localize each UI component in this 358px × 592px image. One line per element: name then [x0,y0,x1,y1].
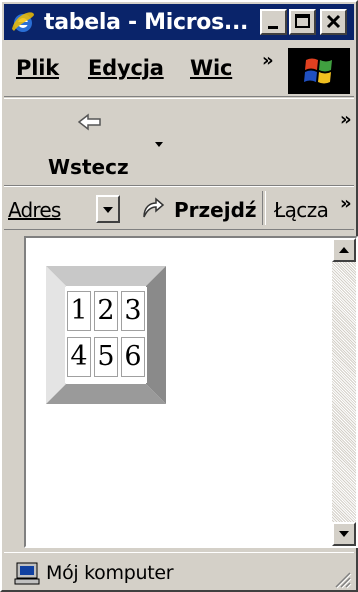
back-button[interactable]: Wstecz [42,103,142,181]
windows-logo [288,48,350,94]
internet-explorer-icon [12,12,34,32]
table-cell: 2 [94,291,118,331]
address-separator [262,191,266,225]
vertical-scrollbar[interactable] [332,238,356,546]
menu-view-label: Wic [190,56,233,80]
back-arrow-icon [78,113,101,131]
back-dropdown-arrow-icon[interactable] [154,141,164,149]
my-computer-icon [14,562,40,585]
title-bar[interactable]: tabela - Micros... [4,4,354,40]
close-button[interactable] [320,9,347,35]
window-title: tabela - Micros... [44,10,249,35]
maximize-button[interactable] [289,9,316,35]
scroll-down-button[interactable] [332,522,356,546]
address-bar: Adres Przejdź Łącza » [4,186,354,230]
table-cell: 3 [121,291,145,331]
links-button[interactable]: Łącza [274,198,329,222]
back-label: Wstecz [48,155,129,179]
windows-flag-icon [304,58,332,84]
dropdown-arrow-icon [103,207,113,213]
menu-edit-label: Edycja [88,56,164,80]
menu-overflow-chevron[interactable]: » [262,50,274,71]
resize-grip-icon[interactable] [332,569,352,589]
links-overflow-chevron[interactable]: » [340,193,352,214]
close-icon [326,14,341,29]
table-cell: 4 [67,337,91,377]
minimize-button[interactable] [260,9,287,35]
status-text: Mój komputer [46,562,174,584]
table-cell: 1 [67,291,91,331]
status-bar: Mój komputer [4,552,354,591]
scroll-down-arrow-icon [339,531,349,537]
table-cell: 6 [121,337,145,377]
address-dropdown-button[interactable] [96,195,120,223]
scroll-up-arrow-icon [339,247,349,253]
menu-edit[interactable]: Edycja [88,56,164,80]
address-label: Adres [8,198,61,222]
standard-toolbar: Wstecz » [4,98,354,186]
table-cell: 5 [94,337,118,377]
menu-view[interactable]: Wic [190,56,232,80]
menu-file-label: Plik [16,56,59,80]
menu-file[interactable]: Plik [16,56,59,80]
browser-window: tabela - Micros... Plik Edycja Wic » Wst… [0,0,358,592]
scroll-up-button[interactable] [332,238,356,262]
toolbar-overflow-chevron[interactable]: » [340,109,352,130]
beveled-table: 1 2 3 4 5 6 [46,266,166,404]
page-content[interactable]: 1 2 3 4 5 6 [24,236,358,548]
go-button[interactable]: Przejdź [174,198,257,222]
go-arrow-icon[interactable] [140,197,166,221]
minimize-icon [268,26,278,29]
maximize-icon [295,14,310,28]
address-label-text: Adres [8,198,61,222]
table-body: 1 2 3 4 5 6 [65,287,147,383]
